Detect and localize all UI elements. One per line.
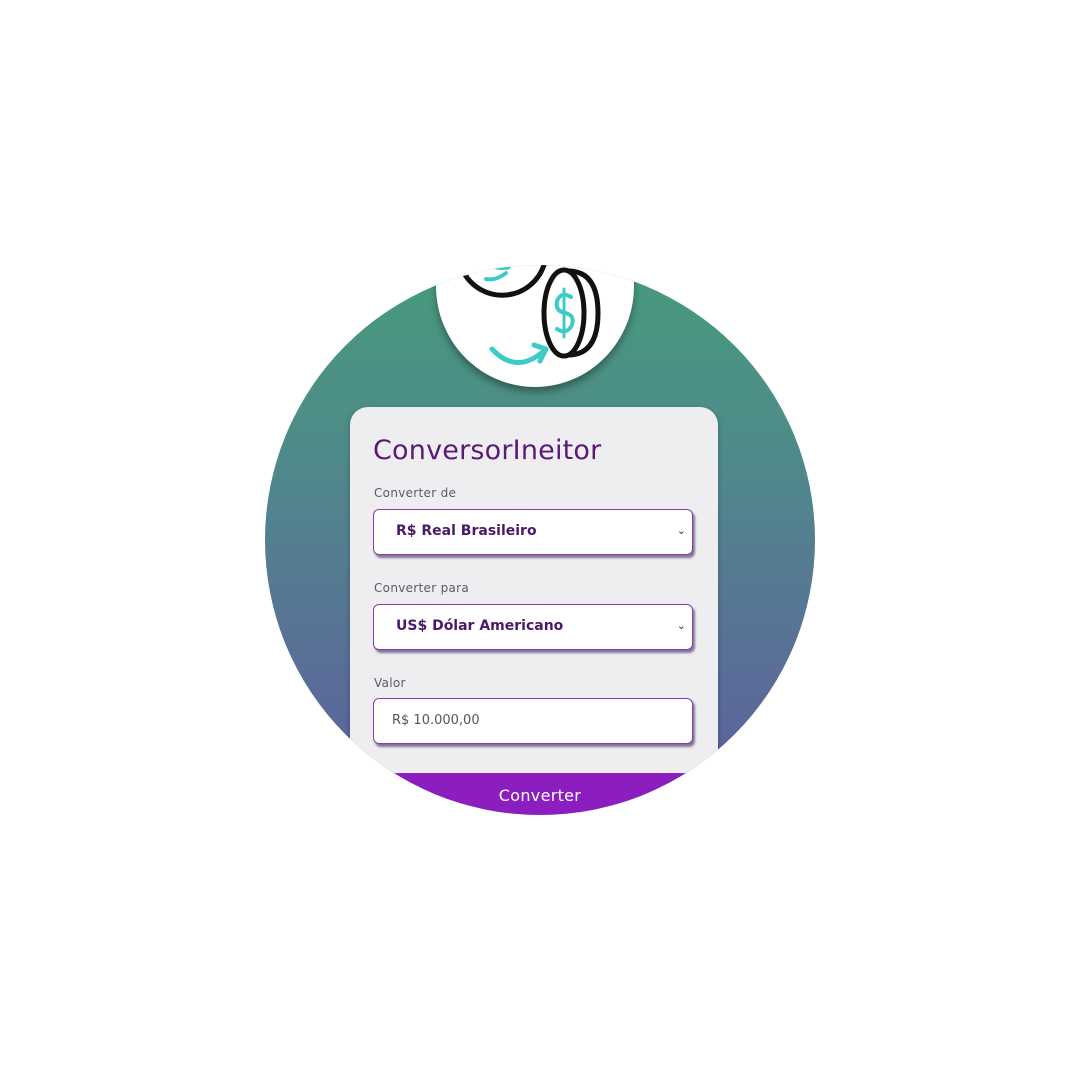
from-currency-select[interactable]: R$ Real Brasileiro ⌄	[373, 509, 693, 555]
amount-label: Valor	[374, 676, 406, 690]
logo-badge	[436, 265, 634, 387]
app-circle-frame: ConversorIneitor Converter de R$ Real Br…	[265, 265, 815, 815]
to-currency-label: Converter para	[374, 581, 470, 595]
to-currency-select[interactable]: US$ Dólar Americano ⌄	[373, 604, 693, 650]
chevron-down-icon: ⌄	[676, 619, 686, 632]
from-currency-label: Converter de	[374, 486, 457, 500]
converter-card: ConversorIneitor Converter de R$ Real Br…	[350, 407, 718, 815]
amount-input[interactable]: R$ 10.000,00	[373, 698, 693, 744]
chevron-down-icon: ⌄	[676, 524, 686, 537]
convert-button[interactable]: Converter	[265, 773, 815, 815]
currency-exchange-icon	[461, 265, 601, 365]
app-title: ConversorIneitor	[373, 435, 602, 466]
amount-value: R$ 10.000,00	[392, 713, 480, 728]
to-currency-value: US$ Dólar Americano	[396, 618, 564, 634]
from-currency-value: R$ Real Brasileiro	[396, 523, 537, 539]
